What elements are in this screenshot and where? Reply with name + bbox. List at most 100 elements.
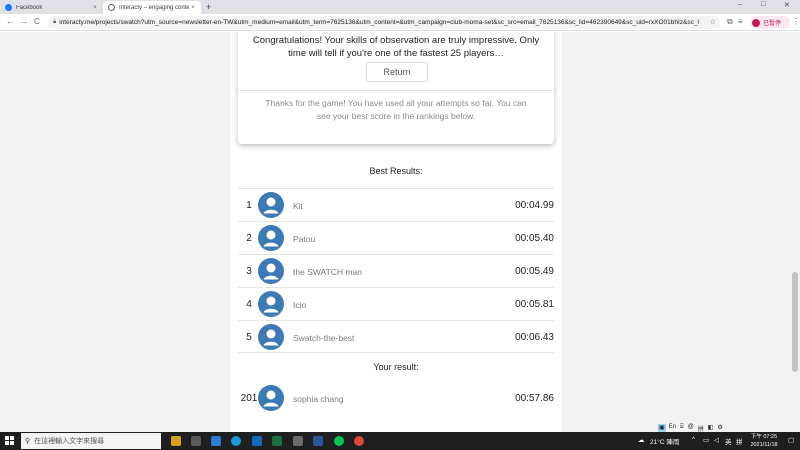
user-avatar-icon [258, 324, 284, 350]
bookmark-star-icon[interactable]: ☆ [710, 18, 716, 26]
congrats-message: Congratulations! Your skills of observat… [252, 35, 540, 59]
app-icon[interactable] [293, 436, 303, 446]
your-result-row: 201 sophia chang 00:57.86 [238, 382, 554, 415]
network-icon[interactable]: ▭ [703, 436, 709, 444]
player-time: 00:05.40 [515, 233, 554, 244]
ime-lang[interactable]: En [668, 424, 677, 432]
profile-button[interactable]: 已暫停 [750, 16, 790, 29]
player-name: the SWATCH man [293, 266, 362, 277]
rank: 5 [246, 332, 252, 343]
user-avatar-icon [258, 385, 284, 411]
ime-width-icon[interactable]: ◧ [707, 424, 715, 432]
thanks-message: Thanks for the game! You have used all y… [265, 98, 527, 121]
ime-indicator-icon[interactable]: 英 [725, 436, 732, 446]
windows-taskbar: ⚲ 在這裡輸入文字來搜尋 ☁ 21°C 陣雨 ^ ▭ ◁ 英 拼 下午 07:2… [0, 432, 800, 450]
page-scrollbar[interactable] [790, 32, 800, 432]
player-name: Kit [293, 200, 303, 211]
lock-icon: 🔒︎ [53, 19, 57, 25]
clock-date: 2021/11/18 [750, 442, 778, 448]
player-time: 00:05.81 [515, 299, 554, 310]
page-viewport: Congratulations! Your skills of observat… [0, 32, 790, 432]
outlook-icon[interactable] [252, 436, 262, 446]
maximize-button[interactable]: □ [761, 1, 765, 8]
player-name: Icio [293, 299, 307, 310]
url-text[interactable]: interacty.me/projects/swatch?utm_source=… [59, 19, 699, 26]
your-result-title: Your result: [373, 362, 419, 372]
rank: 3 [246, 266, 252, 277]
best-results-title: Best Results: [369, 166, 423, 176]
address-bar[interactable]: 🔒︎ interacty.me/projects/swatch?utm_sour… [48, 16, 720, 29]
leaderboard-row: 5 Swatch-the-best 00:06.43 [238, 320, 554, 353]
new-tab-button[interactable]: + [206, 2, 211, 12]
scrollbar-thumb[interactable] [792, 272, 798, 372]
browser-toolbar: ← → C 🔒︎ interacty.me/projects/swatch?ut… [0, 14, 800, 31]
result-card: Congratulations! Your skills of observat… [238, 32, 554, 144]
mail-icon[interactable] [211, 436, 221, 446]
line-icon[interactable] [334, 436, 344, 446]
leaderboard-row: 1 Kit 00:04.99 [238, 188, 554, 221]
chrome-icon[interactable] [354, 436, 364, 446]
ime-pinyin-icon[interactable]: 拼 [697, 424, 705, 433]
clock-time: 下午 07:25 [750, 434, 778, 440]
user-avatar-icon [258, 258, 284, 284]
ime-settings-icon[interactable]: ⚙ [716, 424, 723, 432]
taskbar-search-input[interactable]: ⚲ 在這裡輸入文字來搜尋 [21, 433, 161, 449]
user-avatar-icon [258, 291, 284, 317]
back-button[interactable]: ← [6, 17, 14, 26]
user-avatar-icon [258, 225, 284, 251]
minimize-button[interactable]: – [738, 1, 742, 8]
edge-icon[interactable] [231, 436, 241, 446]
store-icon[interactable] [191, 436, 201, 446]
chrome-menu-icon[interactable]: ⋮ [792, 17, 800, 26]
excel-icon[interactable] [272, 436, 282, 446]
notification-icon[interactable]: ▢ [788, 436, 794, 444]
ime-symbol-icon[interactable]: @ [687, 424, 695, 432]
rank: 1 [246, 200, 252, 211]
player-time: 00:04.99 [515, 200, 554, 211]
leaderboard-row: 4 Icio 00:05.81 [238, 287, 554, 320]
input-method-icon[interactable]: 拼 [736, 436, 743, 446]
weather-text[interactable]: 21°C 陣雨 [650, 436, 679, 446]
rank: 201 [240, 393, 258, 404]
taskbar-clock[interactable]: 下午 07:25 2021/11/18 [746, 433, 782, 449]
extension-puzzle-icon[interactable]: ⧉ [727, 17, 733, 27]
player-name: Swatch-the-best [293, 332, 355, 343]
divider [238, 90, 554, 91]
player-time: 00:06.43 [515, 332, 554, 343]
weather-icon[interactable]: ☁ [638, 436, 645, 444]
avatar [752, 18, 760, 27]
rank: 2 [246, 233, 252, 244]
tray-chevron-icon[interactable]: ^ [692, 436, 695, 443]
ime-keyboard-icon[interactable]: ⌸ [679, 424, 685, 432]
tab-label: Facebook [16, 4, 43, 11]
file-explorer-icon[interactable] [171, 436, 181, 446]
facebook-icon [5, 4, 12, 11]
player-time: 00:05.49 [515, 266, 554, 277]
tab-facebook[interactable]: Facebook × [0, 1, 103, 14]
user-avatar-icon [258, 192, 284, 218]
profile-label: 已暫停 [763, 21, 782, 27]
player-time: 00:57.86 [515, 393, 554, 404]
tab-strip: Facebook × Interacty – engaging content … [0, 0, 800, 14]
windows-start-icon[interactable] [5, 436, 14, 445]
leaderboard-row: 2 Patou 00:05.40 [238, 221, 554, 254]
globe-icon [108, 4, 115, 11]
reload-button[interactable]: C [34, 17, 40, 26]
tab-interacty[interactable]: Interacty – engaging content × [103, 1, 201, 14]
close-window-button[interactable]: ✕ [784, 1, 790, 9]
player-name: Patou [293, 233, 316, 244]
word-icon[interactable] [313, 436, 323, 446]
forward-button[interactable]: → [20, 17, 28, 26]
tab-label: Interacty – engaging content [119, 4, 189, 11]
ime-toolbar: ▣ En ⌸ @ 拼 ◧ ⚙ [658, 424, 724, 433]
leaderboard-row: 3 the SWATCH man 00:05.49 [238, 254, 554, 287]
ime-mode-icon[interactable]: ▣ [658, 424, 666, 432]
volume-icon[interactable]: ◁ [714, 436, 719, 444]
tab-close-icon[interactable]: × [189, 5, 197, 11]
reading-list-icon[interactable]: ≡ [738, 17, 743, 26]
tab-close-icon[interactable]: × [91, 5, 99, 11]
return-button[interactable]: Return [366, 62, 428, 82]
player-name: sophia chang [293, 393, 344, 404]
search-placeholder: 在這裡輸入文字來搜尋 [34, 438, 105, 445]
rank: 4 [246, 299, 252, 310]
